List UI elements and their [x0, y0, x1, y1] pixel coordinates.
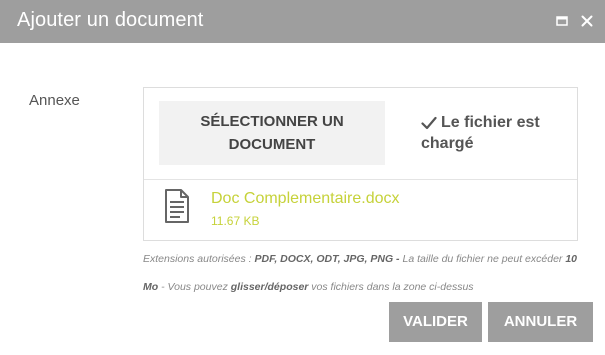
- close-icon[interactable]: [578, 12, 596, 30]
- validate-button[interactable]: VALIDER: [389, 302, 482, 342]
- dropzone-divider: [144, 179, 577, 180]
- dialog-title: Ajouter un document: [17, 9, 204, 31]
- annexe-label: Annexe: [29, 92, 80, 109]
- help-text-2: La taille du fichier ne peut excéder: [399, 253, 566, 265]
- uploaded-file-size: 11.67 KB: [211, 214, 260, 228]
- upload-dropzone[interactable]: SÉLECTIONNER UN DOCUMENT Le fichier est …: [143, 87, 578, 241]
- help-text-4: vos fichiers dans la zone ci-dessus: [308, 281, 474, 293]
- select-document-button[interactable]: SÉLECTIONNER UN DOCUMENT: [159, 101, 385, 165]
- upload-status-line2: chargé: [421, 135, 474, 152]
- check-icon: [421, 115, 437, 130]
- upload-status: Le fichier est chargé: [421, 112, 571, 154]
- help-extensions: PDF, DOCX, ODT, JPG, PNG -: [254, 253, 400, 265]
- dialog-titlebar: Ajouter un document: [0, 0, 605, 43]
- help-text-1: Extensions autorisées :: [143, 253, 255, 265]
- upload-help-text: Extensions autorisées : PDF, DOCX, ODT, …: [143, 245, 583, 301]
- select-document-label-line2: DOCUMENT: [228, 136, 316, 153]
- cancel-button[interactable]: ANNULER: [488, 302, 593, 342]
- help-text-3: - Vous pouvez: [158, 281, 231, 293]
- document-icon: [164, 189, 190, 223]
- select-document-label-line1: SÉLECTIONNER UN: [200, 113, 344, 130]
- upload-status-line1: Le fichier est: [441, 114, 540, 131]
- uploaded-file-name[interactable]: Doc Complementaire.docx: [211, 190, 400, 208]
- help-drag-drop: glisser/déposer: [230, 281, 309, 293]
- window-maximize-icon[interactable]: [553, 12, 571, 30]
